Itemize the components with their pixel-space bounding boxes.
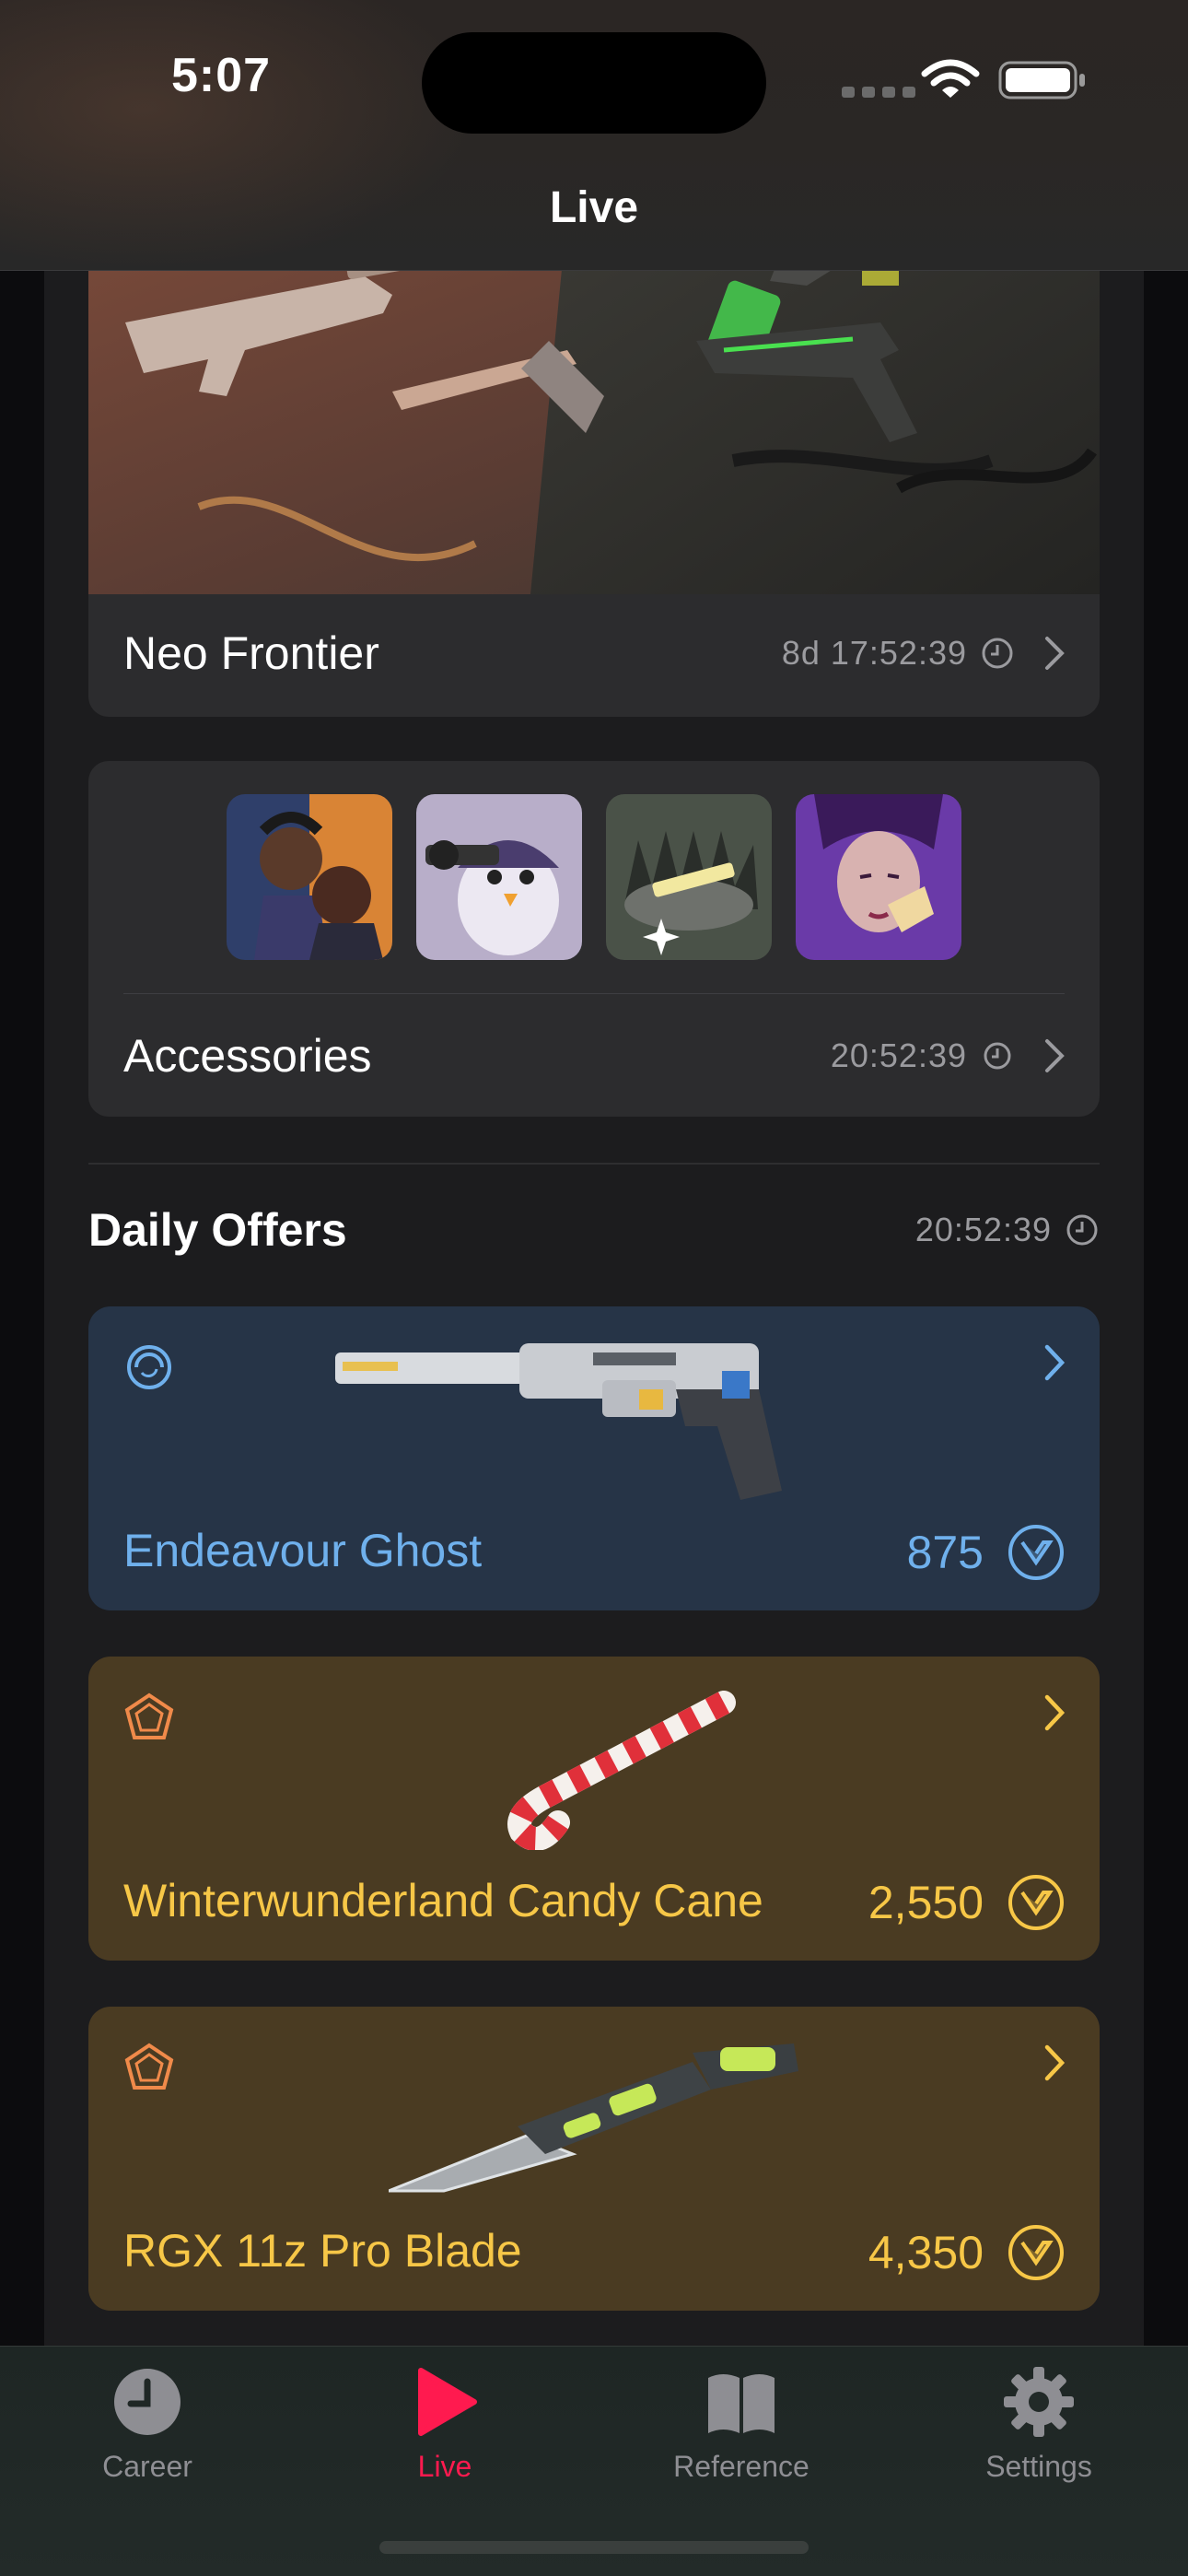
book-icon: [708, 2374, 775, 2433]
tab-live[interactable]: Live: [334, 2365, 555, 2484]
dynamic-island: [422, 32, 766, 134]
tab-label: Career: [102, 2450, 192, 2483]
navigation-bar: 5:07 Live: [0, 0, 1188, 271]
tab-reference[interactable]: Reference: [631, 2365, 852, 2484]
tab-career[interactable]: Career: [37, 2365, 258, 2484]
daily-offers-time-left: 20:52:39: [914, 1211, 1052, 1248]
daily-offer-card[interactable]: RGX 11z Pro Blade 4,350: [88, 2007, 1100, 2311]
candy-cane-image: [507, 1691, 736, 1850]
section-divider: [88, 1163, 1100, 1165]
clock-icon: [1066, 1214, 1098, 1246]
rgx-blade-image: [389, 2043, 798, 2193]
chevron-right-icon: [1044, 1694, 1066, 1731]
battery-icon: [998, 61, 1085, 100]
daily-offer-card[interactable]: Winterwunderland Candy Cane 2,550: [88, 1657, 1100, 1961]
offer-price: 4,350: [868, 2227, 984, 2278]
offer-price: 2,550: [868, 1877, 984, 1928]
offer-name: RGX 11z Pro Blade: [123, 2225, 522, 2277]
tab-settings[interactable]: Settings: [928, 2365, 1149, 2484]
chevron-right-icon: [1045, 1039, 1065, 1072]
accessories-title: Accessories: [123, 1030, 372, 1082]
daily-offers-title: Daily Offers: [88, 1204, 347, 1256]
status-time: 5:07: [171, 49, 272, 102]
page-title: Live: [549, 183, 639, 232]
accessory-card-woman: [796, 794, 961, 960]
chevron-right-icon: [1045, 637, 1065, 670]
accessories-time-left: 20:52:39: [830, 1036, 967, 1074]
tab-label: Reference: [673, 2450, 809, 2483]
tab-label: Settings: [985, 2450, 1092, 2483]
accessories-row[interactable]: Accessories 20:52:39: [123, 995, 1066, 1117]
valorant-points-icon: [1008, 2225, 1064, 2280]
wifi-icon: [921, 59, 980, 98]
accessory-card-duo: [227, 794, 392, 960]
daily-offers-header: Daily Offers 20:52:39: [88, 1203, 1100, 1257]
divider: [123, 993, 1065, 994]
clock-icon: [982, 638, 1013, 669]
clock-icon: [114, 2369, 181, 2435]
accessory-spray-penguin: [416, 794, 582, 960]
offer-name: Endeavour Ghost: [123, 1525, 483, 1576]
cellular-signal-icon: [842, 87, 915, 98]
featured-bundle-card[interactable]: Neo Frontier 8d 17:52:39: [88, 212, 1100, 717]
exclusive-tier-icon: [124, 1692, 174, 1739]
chevron-right-icon: [1044, 1344, 1066, 1381]
bundle-name: Neo Frontier: [123, 627, 379, 679]
valorant-points-icon: [1008, 1525, 1064, 1580]
accessories-card[interactable]: Accessories 20:52:39: [88, 761, 1100, 1117]
tab-label: Live: [417, 2450, 472, 2483]
exclusive-tier-icon: [124, 2043, 174, 2090]
valorant-points-icon: [1008, 1875, 1064, 1930]
featured-bundle-row[interactable]: Neo Frontier 8d 17:52:39: [123, 590, 1066, 717]
endeavour-ghost-image: [335, 1343, 782, 1500]
gear-icon: [1004, 2367, 1074, 2437]
clock-icon: [984, 1042, 1011, 1070]
accessory-buddy-trap: [606, 794, 772, 960]
select-tier-icon: [127, 1345, 171, 1389]
chevron-right-icon: [1044, 2044, 1066, 2081]
home-indicator[interactable]: [379, 2541, 809, 2554]
offer-price: 875: [906, 1527, 984, 1578]
play-icon: [418, 2368, 477, 2436]
daily-offer-card[interactable]: Endeavour Ghost 875: [88, 1306, 1100, 1610]
bundle-time-left: 8d 17:52:39: [781, 634, 967, 672]
offer-name: Winterwunderland Candy Cane: [123, 1875, 763, 1926]
app-screen: Neo Frontier 8d 17:52:39 Accessories 20:…: [0, 0, 1188, 2576]
